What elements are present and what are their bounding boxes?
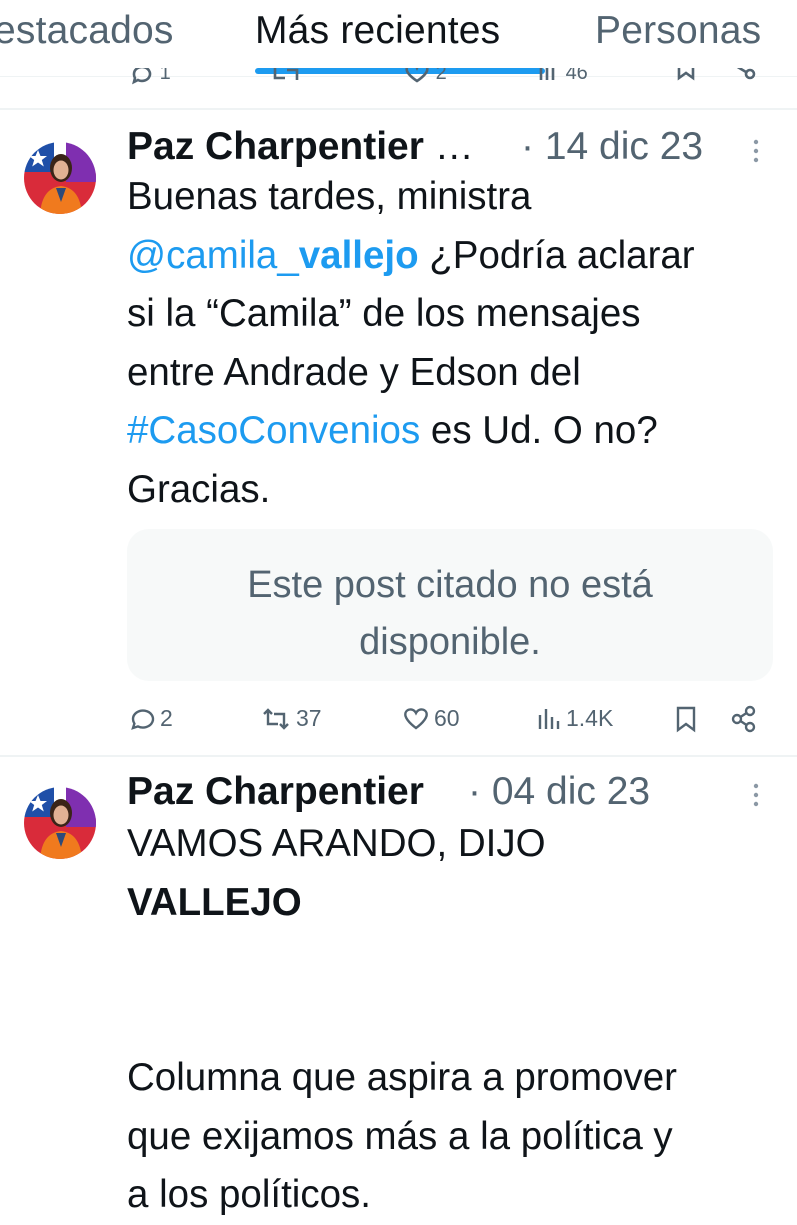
blank-space <box>127 932 677 1049</box>
tweet-date[interactable]: · 04 dic 23 <box>468 770 650 814</box>
reply-icon <box>132 68 152 85</box>
quoted-post-unavailable: Este post citado no está disponible. <box>127 529 773 681</box>
repost-icon <box>273 68 299 80</box>
tweet-line: #CasoConvenios es Ud. O no? <box>127 402 695 461</box>
heart-icon <box>404 707 428 729</box>
repost-count: 37 <box>296 705 322 731</box>
repost-icon <box>263 707 289 730</box>
share-icon <box>731 705 756 733</box>
quote-line: Este post citado no está <box>247 564 653 606</box>
avatar[interactable] <box>24 142 96 214</box>
hashtag-link[interactable]: #CasoConvenios <box>127 409 420 452</box>
tweet-divider <box>0 108 797 110</box>
tweet-date[interactable]: · 14 dic 23 <box>521 125 703 169</box>
reply-button[interactable]: 2 <box>130 705 173 732</box>
tweet-line: entre Andrade y Edson del <box>127 350 581 394</box>
heart-icon <box>405 68 429 83</box>
author-name-ellipsis: … <box>423 125 474 168</box>
tab-mas-recientes[interactable]: Más recientes <box>255 9 500 53</box>
mention-link[interactable]: @camila_vallejo <box>127 234 419 277</box>
previous-tweet-actions: 1 2 46 <box>0 68 797 90</box>
more-options-button[interactable] <box>751 782 761 815</box>
prev-repost-button[interactable] <box>272 68 300 90</box>
repost-button[interactable]: 37 <box>260 705 322 732</box>
tweet-line: Gracias. <box>127 467 271 511</box>
tweet-line: si la “Camila” de los mensajes <box>127 292 641 335</box>
views-icon <box>538 708 560 729</box>
bookmark-icon <box>677 68 695 81</box>
more-vertical-icon <box>753 783 759 807</box>
quote-line: disponible. <box>359 621 541 663</box>
tweet-text: Buenas tardes, ministra @camila_vallejo … <box>127 168 695 519</box>
tweet-line: Buenas tardes, ministra <box>127 175 532 218</box>
more-vertical-icon <box>753 139 759 163</box>
share-icon <box>736 68 756 80</box>
prev-share-button[interactable] <box>732 68 756 90</box>
prev-views-button[interactable]: 46 <box>538 68 588 90</box>
share-button[interactable] <box>730 705 758 738</box>
tab-destacados[interactable]: estacados <box>0 9 174 53</box>
prev-reply-count: 1 <box>159 68 171 84</box>
mention-part: @camila_ <box>127 233 299 277</box>
prev-like-count: 2 <box>435 68 447 84</box>
mention-highlight: vallejo <box>298 233 419 277</box>
more-options-button[interactable] <box>751 138 761 171</box>
tweet-line: Columna que aspira a promover <box>127 1056 677 1099</box>
tweet-line: a los políticos. <box>127 1173 371 1216</box>
avatar-image <box>24 787 96 859</box>
like-button[interactable]: 60 <box>402 705 460 732</box>
avatar[interactable] <box>24 787 96 859</box>
reply-icon <box>131 708 155 730</box>
reply-count: 2 <box>160 705 173 731</box>
timeline-tabs: estacados Más recientes Personas <box>0 0 797 77</box>
bookmark-button[interactable] <box>674 705 698 738</box>
tweet-text: VAMOS ARANDO, DIJO VALLEJO Columna que a… <box>127 815 677 1225</box>
tweet-line-bold: VALLEJO <box>127 880 302 924</box>
author-name[interactable]: Paz Charpentier … <box>127 125 474 169</box>
tab-personas[interactable]: Personas <box>595 9 761 53</box>
prev-like-button[interactable]: 2 <box>404 68 447 90</box>
bookmark-icon <box>676 706 696 733</box>
avatar-image <box>24 142 96 214</box>
prev-views-count: 46 <box>565 68 588 84</box>
tweet-line: que exijamos más a la política y <box>127 1114 673 1158</box>
author-name[interactable]: Paz Charpentier <box>127 770 424 814</box>
views-button[interactable]: 1.4K <box>536 705 613 732</box>
tweet-line: VAMOS ARANDO, DIJO <box>127 822 546 865</box>
author-name-text: Paz Charpentier <box>127 125 424 168</box>
quote-message: Este post citado no está disponible. <box>127 557 773 671</box>
tweet-divider <box>0 755 797 757</box>
tweet-line: @camila_vallejo ¿Podría aclarar <box>127 227 695 286</box>
prev-bookmark-button[interactable] <box>674 68 698 90</box>
tweet-line-rest: es Ud. O no? <box>420 409 658 452</box>
views-icon <box>539 68 555 80</box>
like-count: 60 <box>434 705 460 731</box>
tweet-line-rest: ¿Podría aclarar <box>418 233 695 277</box>
prev-reply-button[interactable]: 1 <box>130 68 171 90</box>
views-count: 1.4K <box>566 705 614 731</box>
